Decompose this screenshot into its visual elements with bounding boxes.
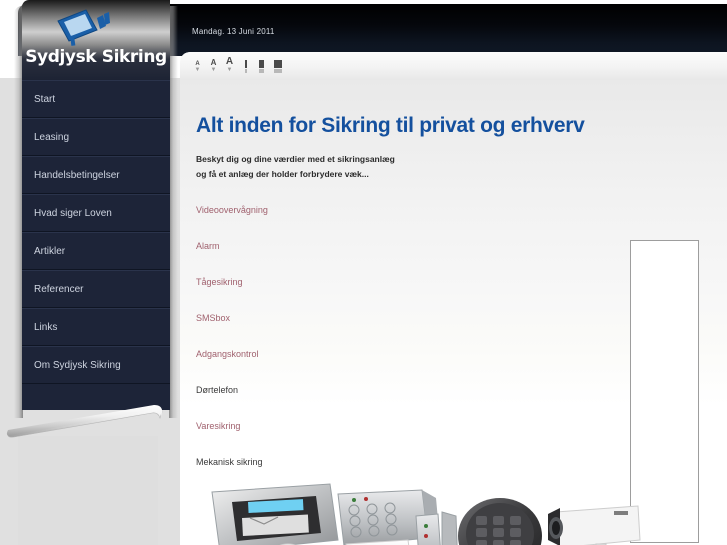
chevron-down-icon: ▼ — [194, 67, 201, 73]
chevron-down-icon: ▼ — [226, 67, 233, 73]
paper-curl-graphic — [6, 405, 163, 438]
product-photo-strip — [211, 483, 641, 545]
content-body: Alt inden for Sikring til privat og erhv… — [180, 80, 727, 545]
sidebar-logo-header[interactable]: Sydjysk Sikring — [22, 0, 170, 80]
cctv-camera-photo — [548, 505, 641, 545]
left-sidebar: Sydjysk Sikring Start Leasing Handelsbet… — [14, 0, 178, 420]
content-panel: A ▼ A ▼ A ▼ Alt inden for Sikring til pr… — [180, 52, 727, 545]
sidebar-right-shadow — [169, 6, 178, 418]
sidebar-item-artikler[interactable]: Artikler — [22, 232, 170, 270]
letter-a-large-icon: A — [225, 56, 234, 67]
medium-column-icon — [259, 60, 264, 68]
sidebar-item-start[interactable]: Start — [22, 80, 170, 118]
accessibility-toolbar: A ▼ A ▼ A ▼ — [180, 52, 727, 81]
header-date: Mandag. 13 Juni 2011 — [192, 27, 275, 36]
sidebar-under-column — [18, 436, 158, 545]
font-size-medium-button[interactable]: A ▼ — [208, 58, 219, 74]
page-title: Alt inden for Sikring til privat og erhv… — [196, 114, 585, 137]
product-link-varesikring[interactable]: Varesikring — [196, 408, 616, 444]
product-link-mekanisk-sikring[interactable]: Mekanisk sikring — [196, 444, 616, 480]
product-link-smsbox[interactable]: SMSbox — [196, 300, 616, 336]
sidebar-item-om-sydjysk-sikring[interactable]: Om Sydjysk Sikring — [22, 346, 170, 384]
product-link-adgangskontrol[interactable]: Adgangskontrol — [196, 336, 616, 372]
font-size-small-button[interactable]: A ▼ — [192, 61, 203, 73]
alarm-panel-photo — [211, 483, 339, 545]
product-link-taagesikring[interactable]: Tågesikring — [196, 264, 616, 300]
sidebar-item-handelsbetingelser[interactable]: Handelsbetingelser — [22, 156, 170, 194]
font-size-large-button[interactable]: A ▼ — [224, 56, 235, 74]
sidebar-menu: Start Leasing Handelsbetingelser Hvad si… — [22, 80, 170, 384]
page-subtitle-line-1: Beskyt dig og dine værdier med et sikrin… — [196, 154, 395, 164]
page-subtitle: Beskyt dig og dine værdier med et sikrin… — [196, 152, 395, 182]
product-link-videoovervaagning[interactable]: Videoovervågning — [196, 192, 616, 228]
page-subtitle-line-2: og få et anlæg der holder forbrydere væk… — [196, 169, 369, 179]
layout-narrow-button[interactable] — [240, 60, 251, 73]
product-link-alarm[interactable]: Alarm — [196, 228, 616, 264]
layout-medium-button[interactable] — [256, 60, 267, 73]
code-lock-photo — [458, 498, 542, 545]
narrow-column-icon-shadow — [244, 69, 247, 73]
product-link-doertelefon[interactable]: Dørtelefon — [196, 372, 616, 408]
brand-name: Sydjysk Sikring — [25, 47, 167, 67]
wide-column-icon-shadow — [273, 69, 282, 73]
product-link-list: Videoovervågning Alarm Tågesikring SMSbo… — [196, 192, 616, 480]
magnetic-contact-photo — [415, 511, 458, 545]
letter-a-medium-icon: A — [210, 58, 217, 67]
toolbar-icon-group: A ▼ A ▼ A ▼ — [192, 57, 283, 73]
security-camera-icon — [57, 9, 110, 46]
sidebar-item-referencer[interactable]: Referencer — [22, 270, 170, 308]
layout-wide-button[interactable] — [272, 60, 283, 73]
wide-column-icon — [273, 60, 282, 68]
medium-column-icon-shadow — [259, 69, 264, 73]
chevron-down-icon: ▼ — [210, 67, 217, 73]
sidebar-item-links[interactable]: Links — [22, 308, 170, 346]
browser-page: Mandag. 13 Juni 2011 A ▼ A ▼ A ▼ Alt ind… — [0, 0, 727, 545]
sidebar-item-hvad-siger-loven[interactable]: Hvad siger Loven — [22, 194, 170, 232]
sidebar-item-leasing[interactable]: Leasing — [22, 118, 170, 156]
narrow-column-icon — [244, 60, 247, 68]
